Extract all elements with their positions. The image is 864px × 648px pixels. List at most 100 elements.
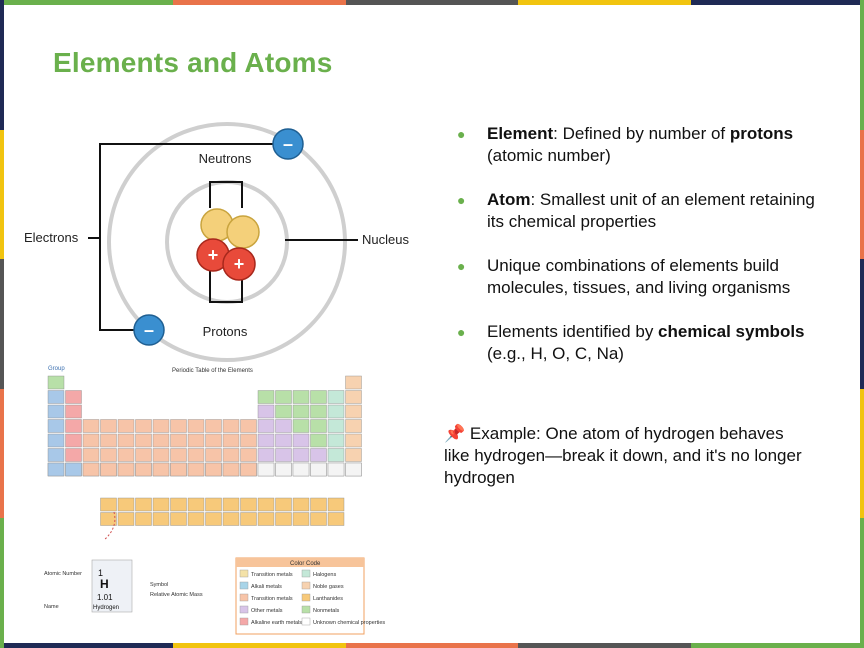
element-cell <box>275 512 292 526</box>
element-cell <box>205 512 222 526</box>
color-code-title: Color Code <box>290 561 321 567</box>
element-cell <box>257 404 275 419</box>
element-cell <box>135 462 152 477</box>
element-cell <box>47 375 65 390</box>
element-cell <box>240 497 257 512</box>
element-cell <box>205 462 222 477</box>
element-cell <box>187 433 205 448</box>
bullet-text: (e.g., H, O, C, Na) <box>487 344 624 363</box>
element-cell <box>292 512 310 526</box>
key-name: Hydrogen <box>93 605 119 611</box>
element-cell <box>47 404 65 419</box>
frame-bottom-border <box>0 643 864 648</box>
element-cell <box>310 404 327 419</box>
element-cell <box>170 462 187 477</box>
element-cell <box>257 512 275 526</box>
color-swatch <box>239 593 249 602</box>
bullet-list: ● Element: Defined by number of protons (… <box>455 123 815 387</box>
element-cell <box>327 419 345 433</box>
element-cell <box>275 462 292 477</box>
element-cell <box>135 497 152 512</box>
example-text: Example: One atom of hydrogen behaves li… <box>444 424 802 487</box>
element-cell <box>152 419 170 433</box>
element-cell <box>275 497 292 512</box>
element-cell <box>292 448 310 462</box>
color-code-label: Noble gases <box>313 584 344 590</box>
element-cell <box>345 419 362 433</box>
element-cell <box>240 433 257 448</box>
element-cell <box>100 512 117 526</box>
element-cell <box>327 390 345 404</box>
color-swatch <box>301 593 311 602</box>
element-cell <box>187 448 205 462</box>
proton-symbol: + <box>234 254 245 274</box>
element-cell <box>205 497 222 512</box>
element-cell <box>205 433 222 448</box>
element-cell <box>222 448 240 462</box>
element-cell <box>47 462 65 477</box>
protons-label: Protons <box>203 324 248 339</box>
element-cell <box>310 448 327 462</box>
element-cell <box>187 462 205 477</box>
neutron-ball <box>226 215 260 249</box>
key-label-symbol: Symbol <box>150 582 168 588</box>
element-cell <box>310 433 327 448</box>
element-cell <box>117 462 135 477</box>
bullet-item: ● Elements identified by chemical symbols… <box>455 321 815 365</box>
element-cell <box>100 462 117 477</box>
element-cell <box>205 419 222 433</box>
element-cell <box>327 433 345 448</box>
color-swatch <box>239 569 249 578</box>
element-cell <box>240 462 257 477</box>
element-cell <box>170 419 187 433</box>
element-cell <box>240 419 257 433</box>
frame-left-border <box>0 0 4 648</box>
neutrons-pointer-line <box>209 181 243 208</box>
element-cell <box>170 448 187 462</box>
atom-diagram: + + – – Neutrons Protons Electrons Nucle… <box>24 122 409 362</box>
electron-symbol: – <box>144 320 154 340</box>
element-cell <box>117 512 135 526</box>
element-cell <box>82 448 100 462</box>
periodic-table-figure: Periodic Table of the Elements Group 1 H… <box>44 366 385 635</box>
element-cell <box>82 462 100 477</box>
element-cell <box>275 419 292 433</box>
group-label: Group <box>48 366 65 372</box>
element-cell <box>47 390 65 404</box>
electrons-label: Electrons <box>24 230 79 245</box>
bullet-bold-text: protons <box>729 124 794 143</box>
bullet-dot: ● <box>457 126 466 142</box>
element-cell <box>345 390 362 404</box>
color-code-label: Lanthanides <box>313 596 343 602</box>
bullet-bold-text: Element <box>487 124 554 143</box>
element-cell <box>292 419 310 433</box>
element-cell <box>345 433 362 448</box>
element-cell <box>100 497 117 512</box>
element-cell <box>135 512 152 526</box>
element-cell <box>170 512 187 526</box>
bullet-item: ● Unique combinations of elements build m… <box>455 255 815 299</box>
element-cell <box>100 419 117 433</box>
element-cell <box>152 497 170 512</box>
element-cell <box>100 433 117 448</box>
bullet-text: : Smallest unit of an element retaining … <box>487 190 815 231</box>
bullet-text: (atomic number) <box>487 146 611 165</box>
bullet-dot: ● <box>457 324 466 340</box>
element-cell <box>257 462 275 477</box>
element-cell <box>152 448 170 462</box>
bullet-bold-text: chemical symbols <box>658 322 805 341</box>
element-cell <box>257 497 275 512</box>
bullet-text: : Defined by number of <box>553 124 730 143</box>
element-cell <box>292 433 310 448</box>
key-label-name: Name <box>44 604 59 610</box>
color-swatch <box>301 617 311 626</box>
periodic-table-title: Periodic Table of the Elements <box>172 368 253 374</box>
element-cell <box>82 433 100 448</box>
element-cell <box>310 390 327 404</box>
element-cell <box>187 419 205 433</box>
color-swatch <box>301 605 311 614</box>
inner-shell <box>165 180 289 304</box>
element-cell <box>65 419 82 433</box>
color-code-label: Alkaline earth metals <box>251 620 302 626</box>
bullet-text: Elements identified by <box>487 322 659 341</box>
